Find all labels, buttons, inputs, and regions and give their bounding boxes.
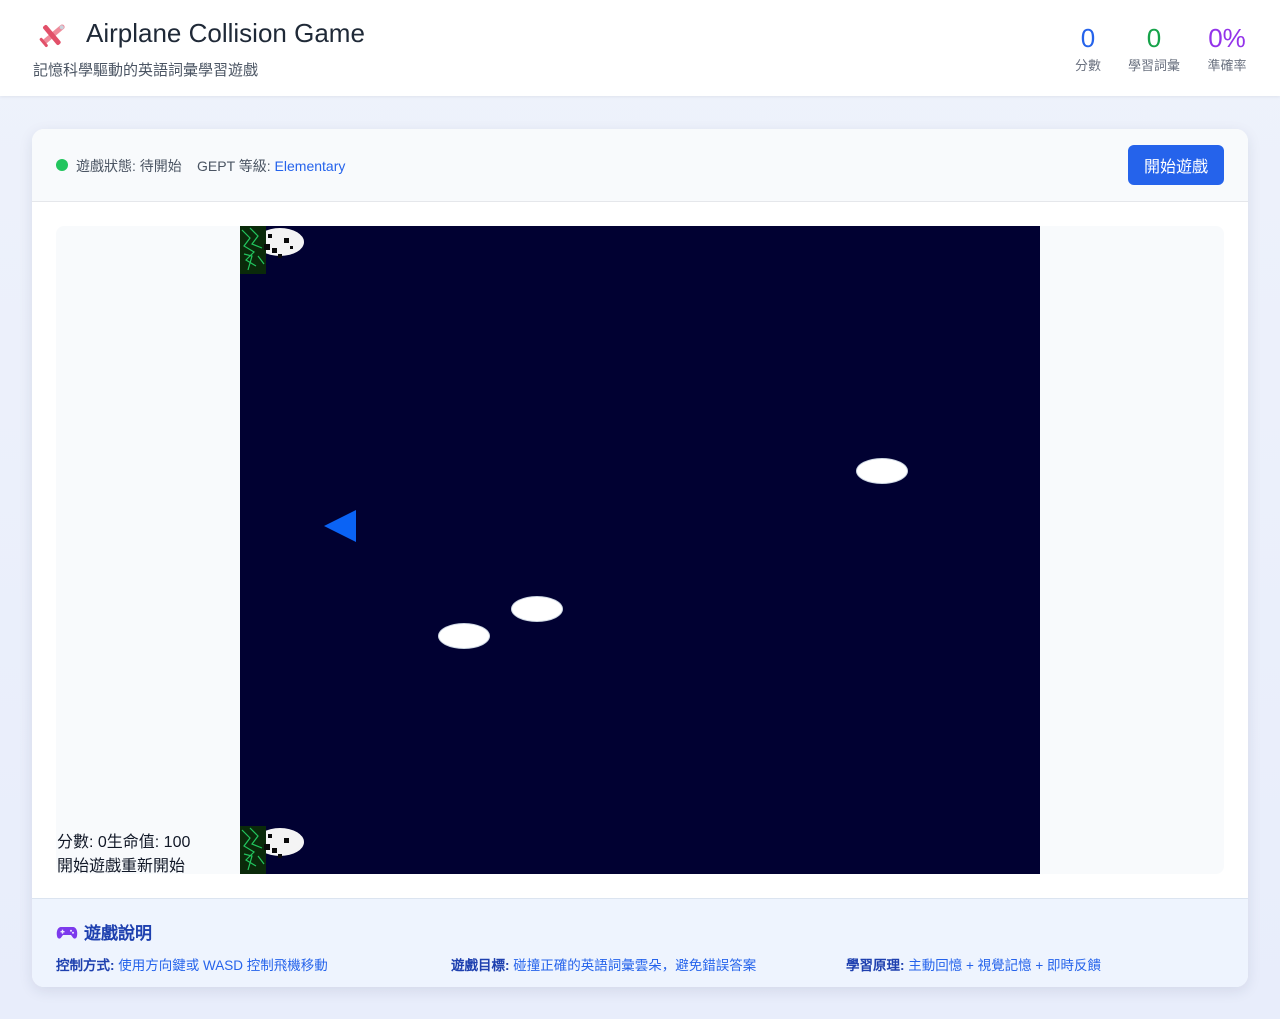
score-value: 0 — [1080, 23, 1096, 53]
instruction-label: 遊戲目標: — [451, 958, 510, 973]
gamepad-icon — [56, 927, 78, 939]
instruction-label: 學習原理: — [846, 958, 905, 973]
gept-level-value: Elementary — [274, 158, 346, 174]
instructions-title: 遊戲說明 — [56, 919, 152, 944]
glitched-cloud-sprite — [240, 226, 304, 274]
app-header: Airplane Collision Game 記憶科學驅動的英語詞彙學習遊戲 … — [0, 0, 1280, 96]
words-learned-stat: 0 學習詞彙 — [1122, 22, 1186, 74]
instruction-controls: 控制方式: 使用方向鍵或 WASD 控制飛機移動 — [56, 954, 328, 974]
score-label: 分數 — [1074, 58, 1101, 73]
glitched-cloud-sprite — [240, 826, 304, 874]
game-status-value: 待開始 — [139, 158, 182, 174]
instruction-text: 主動回憶 + 視覺記憶 + 即時反饋 — [908, 958, 1102, 973]
canvas-overlay-stats: 分數: 0生命值: 100 — [57, 834, 191, 851]
game-status: 遊戲狀態: 待開始 — [76, 156, 182, 176]
game-area: 分數: 0生命值: 100 開始遊戲重新開始 — [56, 226, 1224, 875]
instruction-principle: 學習原理: 主動回憶 + 視覺記憶 + 即時反饋 — [846, 954, 1101, 974]
game-status-label: 遊戲狀態: — [76, 158, 136, 174]
words-learned-value: 0 — [1146, 23, 1162, 53]
words-learned-label: 學習詞彙 — [1127, 58, 1180, 73]
status-indicator — [56, 159, 68, 171]
instructions-title-text: 遊戲說明 — [84, 924, 152, 943]
game-card: 遊戲狀態: 待開始 GEPT 等級: Elementary 開始遊戲 分數: 0… — [32, 129, 1248, 987]
start-game-button[interactable]: 開始遊戲 — [1128, 145, 1224, 185]
word-cloud[interactable] — [438, 623, 490, 649]
airplane-icon — [39, 24, 65, 47]
game-canvas[interactable] — [240, 226, 1040, 874]
app-title: Airplane Collision Game — [86, 18, 365, 48]
canvas-overlay-controls: 開始遊戲重新開始 — [57, 858, 186, 875]
word-cloud[interactable] — [511, 596, 563, 622]
game-instructions: 遊戲說明 控制方式: 使用方向鍵或 WASD 控制飛機移動 遊戲目標: 碰撞正確… — [32, 898, 1248, 987]
player-airplane[interactable] — [324, 510, 358, 542]
instruction-label: 控制方式: — [56, 958, 115, 973]
gept-level: GEPT 等級: Elementary — [197, 156, 345, 176]
app-subtitle: 記憶科學驅動的英語詞彙學習遊戲 — [33, 62, 259, 79]
instruction-text: 碰撞正確的英語詞彙雲朵，避免錯誤答案 — [513, 958, 757, 973]
game-toolbar: 遊戲狀態: 待開始 GEPT 等級: Elementary 開始遊戲 — [32, 129, 1248, 202]
accuracy-stat: 0% 準確率 — [1202, 22, 1252, 74]
accuracy-label: 準確率 — [1207, 58, 1247, 73]
instruction-goal: 遊戲目標: 碰撞正確的英語詞彙雲朵，避免錯誤答案 — [451, 954, 756, 974]
accuracy-value: 0% — [1208, 23, 1246, 53]
gept-level-label: GEPT 等級: — [197, 158, 271, 174]
word-cloud[interactable] — [856, 458, 908, 484]
score-stat: 0 分數 — [1068, 22, 1108, 74]
instruction-text: 使用方向鍵或 WASD 控制飛機移動 — [118, 958, 328, 973]
